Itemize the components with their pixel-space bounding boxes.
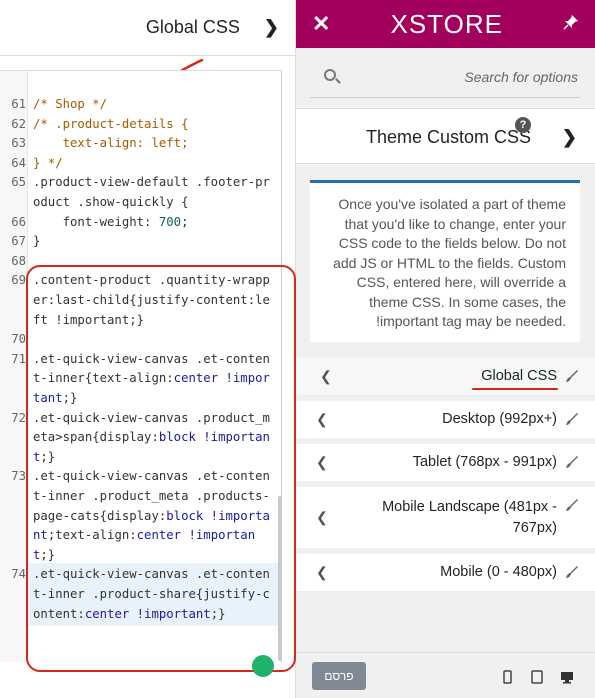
nav-item-label: Mobile (0 - 480px) [440, 564, 557, 580]
close-icon[interactable]: ✕ [312, 11, 330, 37]
nav-item-label: Global CSS [481, 368, 557, 384]
customizer-screen: Global CSS ❯ 61 /* Shop */ 62 /* .product-d… [0, 0, 595, 698]
nav-item-label: Tablet (768px - 991px) [412, 454, 557, 470]
section-title: Theme Custom CSS [366, 127, 532, 147]
css-editor-panel: Global CSS ❯ 61 /* Shop */ 62 /* .product-d… [0, 0, 296, 698]
nav-item-mobile-landscape[interactable]: ❮ Mobile Landscape (481px - 767px) [296, 487, 595, 549]
nav-item-label: Mobile Landscape (481px - 767px) [382, 499, 557, 536]
customizer-footer: פרסם [296, 652, 595, 698]
line-number: 68 [11, 253, 26, 268]
customizer-sidebar: ✕ XSTORE Search for options Theme Custom… [296, 0, 595, 698]
line-number: 65 [11, 175, 26, 190]
publish-button[interactable]: פרסם [312, 662, 366, 690]
tablet-preview-icon[interactable] [530, 670, 544, 684]
code-text: } */ [33, 155, 63, 170]
nav-item-mobile[interactable]: ❮ Mobile (0 - 480px) [296, 554, 595, 592]
chevron-left-icon: ❮ [316, 564, 328, 580]
brush-icon [566, 566, 578, 578]
xstore-logo: XSTORE [390, 8, 503, 39]
line-number: 71 [11, 351, 26, 366]
mobile-preview-icon[interactable] [500, 670, 514, 684]
nav-item-tablet[interactable]: ❮ Tablet (768px - 991px) [296, 444, 595, 482]
code-text: font-weight: 700; [33, 214, 189, 229]
pin-icon[interactable] [563, 14, 579, 35]
search-icon [324, 69, 336, 81]
search-field[interactable]: Search for options [310, 58, 580, 98]
line-number: 61 [11, 97, 26, 111]
chevron-left-icon: ❮ [316, 509, 328, 525]
line-number: 73 [11, 469, 26, 484]
line-number: 62 [11, 116, 26, 131]
code-text: } [33, 234, 41, 249]
line-number: 74 [11, 567, 26, 582]
line-number: 63 [11, 136, 26, 151]
annotation-box [26, 265, 296, 672]
chevron-right-icon[interactable]: ❯ [264, 17, 279, 38]
editor-title: Global CSS [145, 17, 240, 37]
line-number: 64 [11, 155, 26, 170]
brush-icon [566, 370, 578, 382]
chevron-right-icon[interactable]: ❯ [562, 127, 577, 148]
code-text: /* Shop */ [33, 97, 108, 111]
annotation-underline [472, 388, 558, 390]
desktop-preview-icon[interactable] [560, 670, 574, 684]
line-number: 69 [11, 273, 26, 288]
search-input[interactable]: Search for options [464, 69, 578, 85]
section-description: Once you've isolated a part of theme tha… [310, 180, 580, 342]
code-text: text-align: left; [33, 136, 189, 151]
code-text: .product-view-default .footer-product .s… [33, 175, 270, 209]
brush-icon [566, 499, 578, 511]
chevron-left-icon: ❮ [320, 368, 332, 384]
section-header[interactable]: Theme Custom CSS ❯ [296, 108, 595, 164]
help-icon[interactable]: ? [515, 117, 531, 133]
grammarly-icon[interactable] [252, 655, 274, 677]
chevron-left-icon: ❮ [316, 411, 328, 427]
nav-item-global-css[interactable]: ❮ Global CSS [296, 358, 595, 396]
code-text: /* .product-details { [33, 116, 189, 131]
nav-item-desktop[interactable]: ❮ Desktop (992px+) [296, 401, 595, 439]
line-number: 70 [11, 332, 26, 347]
brush-icon [566, 456, 578, 468]
customizer-topbar: ✕ XSTORE [296, 0, 595, 48]
editor-header: Global CSS ❯ [0, 0, 295, 56]
brush-icon [566, 413, 578, 425]
line-number: 67 [11, 234, 26, 249]
line-number: 72 [11, 410, 26, 425]
chevron-left-icon: ❮ [316, 454, 328, 470]
line-number: 66 [11, 214, 26, 229]
nav-item-label: Desktop (992px+) [442, 411, 557, 427]
